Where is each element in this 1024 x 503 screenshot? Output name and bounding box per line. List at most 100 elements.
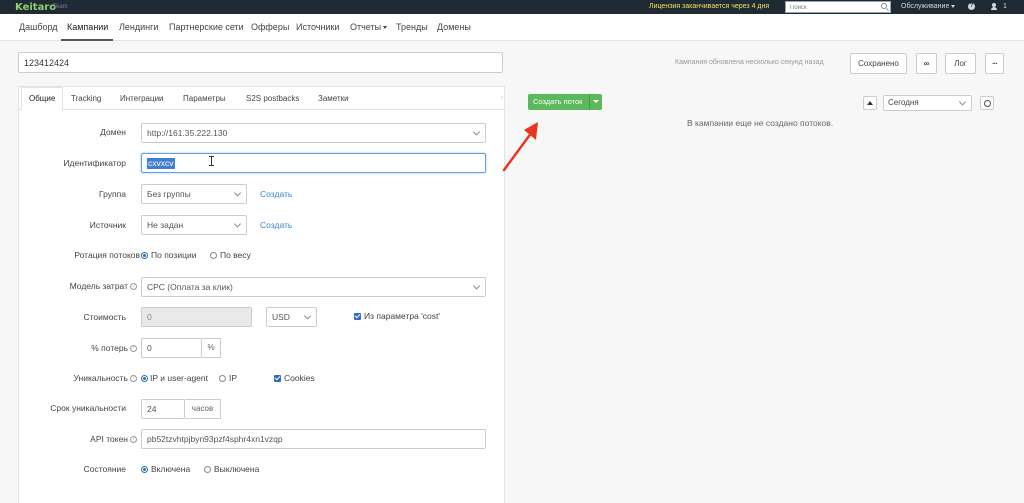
identifier-input[interactable]: cxvxcv [141, 153, 486, 173]
question-icon[interactable]: ? [130, 283, 137, 291]
domain-select[interactable]: http://161.35.222.130 [141, 123, 486, 143]
cost-input[interactable]: 0 [141, 307, 252, 327]
api-token-field[interactable]: pb52tzvhtpjbyn93pzf4sphr4xn1vzqp [141, 429, 486, 449]
cost-from-param-label[interactable]: Из параметра 'cost' [364, 311, 440, 321]
uniqueness-label: Уникальность? [19, 373, 137, 383]
nav-item-dashboard[interactable]: Дашборд [19, 22, 58, 32]
refresh-icon[interactable] [980, 96, 994, 110]
rotation-position-label[interactable]: По позиции [151, 250, 196, 260]
identifier-label: Идентификатор [63, 158, 126, 168]
state-disabled-label[interactable]: Выключена [214, 464, 259, 474]
state-disabled-radio[interactable] [204, 466, 211, 473]
tab-general[interactable]: Общие [29, 94, 55, 103]
streams-panel: Создать поток В кампании еще не создано … [507, 86, 1024, 503]
empty-streams-message: В кампании еще не создано потоков. [687, 118, 834, 128]
uniq-term-unit: часов [185, 399, 221, 419]
uniq-term-input[interactable]: 24 [141, 399, 185, 419]
tab-integrations[interactable]: Интеграции [120, 94, 164, 103]
nav-item-landings[interactable]: Лендинги [119, 22, 158, 32]
rotation-weight-label[interactable]: По весу [220, 250, 251, 260]
state-label: Состояние [83, 464, 126, 474]
currency-select[interactable]: USD [266, 307, 317, 327]
license-notice[interactable]: Лицензия заканчивается через 4 дня [649, 3, 769, 10]
create-stream-label: Создать поток [533, 97, 583, 106]
tab-s2s-postbacks[interactable]: S2S postbacks [246, 94, 299, 103]
api-token-label: API токен? [19, 434, 137, 444]
more-options-button[interactable]: ··· [985, 53, 1004, 74]
nav-item-sources[interactable]: Источники [296, 22, 339, 32]
log-button[interactable]: Лог [945, 53, 976, 74]
campaign-link-button[interactable]: ∞ [916, 53, 937, 74]
campaign-name-input[interactable] [18, 52, 503, 73]
nav-item-trends[interactable]: Тренды [396, 22, 428, 32]
app-logo[interactable]: Keitaro [15, 2, 56, 13]
search-icon[interactable] [881, 3, 887, 9]
group-select[interactable]: Без группы [141, 184, 247, 204]
create-source-link[interactable]: Создать [260, 220, 292, 230]
chevron-down-icon [383, 26, 388, 30]
chevron-down-icon[interactable] [593, 100, 599, 103]
cookies-label[interactable]: Cookies [284, 373, 315, 383]
source-value: Не задан [147, 220, 184, 230]
api-token-label-text: API токен [90, 434, 128, 444]
nav-item-reports[interactable]: Отчеты [350, 22, 388, 32]
group-value: Без группы [147, 189, 191, 199]
source-select[interactable]: Не задан [141, 215, 247, 235]
nav-item-domains[interactable]: Домены [437, 22, 471, 32]
text-cursor-icon [209, 156, 214, 166]
cost-from-param-checkbox[interactable] [354, 313, 361, 320]
help-icon[interactable]: ? [968, 3, 975, 10]
chevron-down-icon [958, 98, 967, 106]
top-bar: Keitaro Team Лицензия заканчивается чере… [0, 0, 1024, 14]
tab-parameters[interactable]: Параметры [183, 94, 226, 103]
rotation-weight-radio[interactable] [210, 252, 217, 259]
period-select[interactable]: Сегодня [883, 95, 972, 111]
chevron-down-icon [951, 4, 956, 8]
save-button[interactable]: Сохранено [850, 53, 907, 74]
cookies-checkbox[interactable] [274, 375, 281, 382]
state-enabled-label[interactable]: Включена [151, 464, 190, 474]
currency-value: USD [272, 312, 290, 322]
question-icon[interactable]: ? [130, 345, 137, 353]
create-stream-button[interactable]: Создать поток [528, 94, 602, 110]
chevron-down-icon [472, 128, 481, 136]
tabs-scroll-icon[interactable]: › [501, 95, 503, 101]
user-count[interactable]: 1 [1003, 3, 1007, 10]
global-search[interactable] [785, 1, 891, 13]
global-search-input[interactable] [790, 3, 878, 12]
nav-item-affiliate-networks[interactable]: Партнерские сети [169, 22, 244, 32]
uniq-ip-ua-label[interactable]: IP и user-agent [150, 373, 208, 383]
nav-active-indicator [61, 39, 113, 41]
tab-tracking[interactable]: Tracking [71, 94, 101, 103]
question-icon[interactable]: ? [130, 375, 137, 383]
loss-input[interactable]: 0 [141, 338, 202, 358]
cost-model-select[interactable]: CPC (Оплата за клик) [141, 277, 486, 297]
annotation-arrow-icon [502, 122, 538, 172]
cost-label: Стоимость [83, 312, 126, 322]
chevron-down-icon [233, 220, 242, 228]
split-divider [589, 94, 590, 110]
uniq-term-label: Срок уникальности [50, 403, 126, 413]
cost-model-label-text: Модель затрат [69, 281, 128, 291]
rotation-position-radio[interactable] [141, 252, 148, 259]
loss-label: % потерь? [19, 343, 137, 353]
uniq-ip-radio[interactable] [219, 375, 226, 382]
campaign-settings-panel: Общие Tracking Интеграции Параметры S2S … [18, 86, 506, 503]
identifier-value: cxvxcv [147, 158, 175, 169]
cost-model-label: Модель затрат? [19, 281, 137, 291]
domain-label: Домен [100, 127, 126, 137]
state-enabled-radio[interactable] [141, 466, 148, 473]
create-group-link[interactable]: Создать [260, 189, 292, 199]
nav-item-offers[interactable]: Офферы [251, 22, 289, 32]
uniq-ip-ua-radio[interactable] [141, 375, 148, 382]
group-label: Группа [99, 189, 126, 199]
user-icon[interactable] [991, 3, 997, 10]
settings-tabs: Общие Tracking Интеграции Параметры S2S … [19, 87, 506, 111]
cost-model-value: CPC (Оплата за клик) [147, 282, 233, 292]
service-menu[interactable]: Обслуживание [901, 3, 956, 10]
nav-item-campaigns[interactable]: Кампании [67, 22, 108, 32]
question-icon[interactable]: ? [130, 436, 137, 444]
uniq-ip-label[interactable]: IP [229, 373, 237, 383]
sort-up-icon[interactable] [863, 96, 877, 110]
tab-notes[interactable]: Заметки [318, 94, 349, 103]
